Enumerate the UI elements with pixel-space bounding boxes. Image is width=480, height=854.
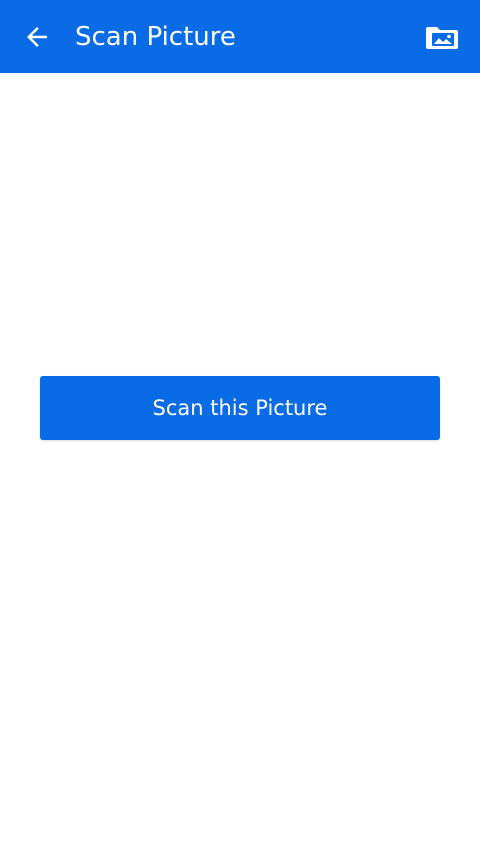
gallery-button[interactable]	[418, 16, 466, 60]
image-folder-icon	[426, 27, 458, 49]
arrow-left-icon	[27, 27, 47, 47]
content-area: Scan this Picture	[0, 73, 480, 854]
back-button[interactable]	[14, 14, 60, 60]
app-bar: Scan Picture	[0, 0, 480, 73]
scan-picture-button[interactable]: Scan this Picture	[40, 376, 440, 440]
scan-button-label: Scan this Picture	[152, 396, 328, 420]
page-title: Scan Picture	[75, 22, 236, 52]
